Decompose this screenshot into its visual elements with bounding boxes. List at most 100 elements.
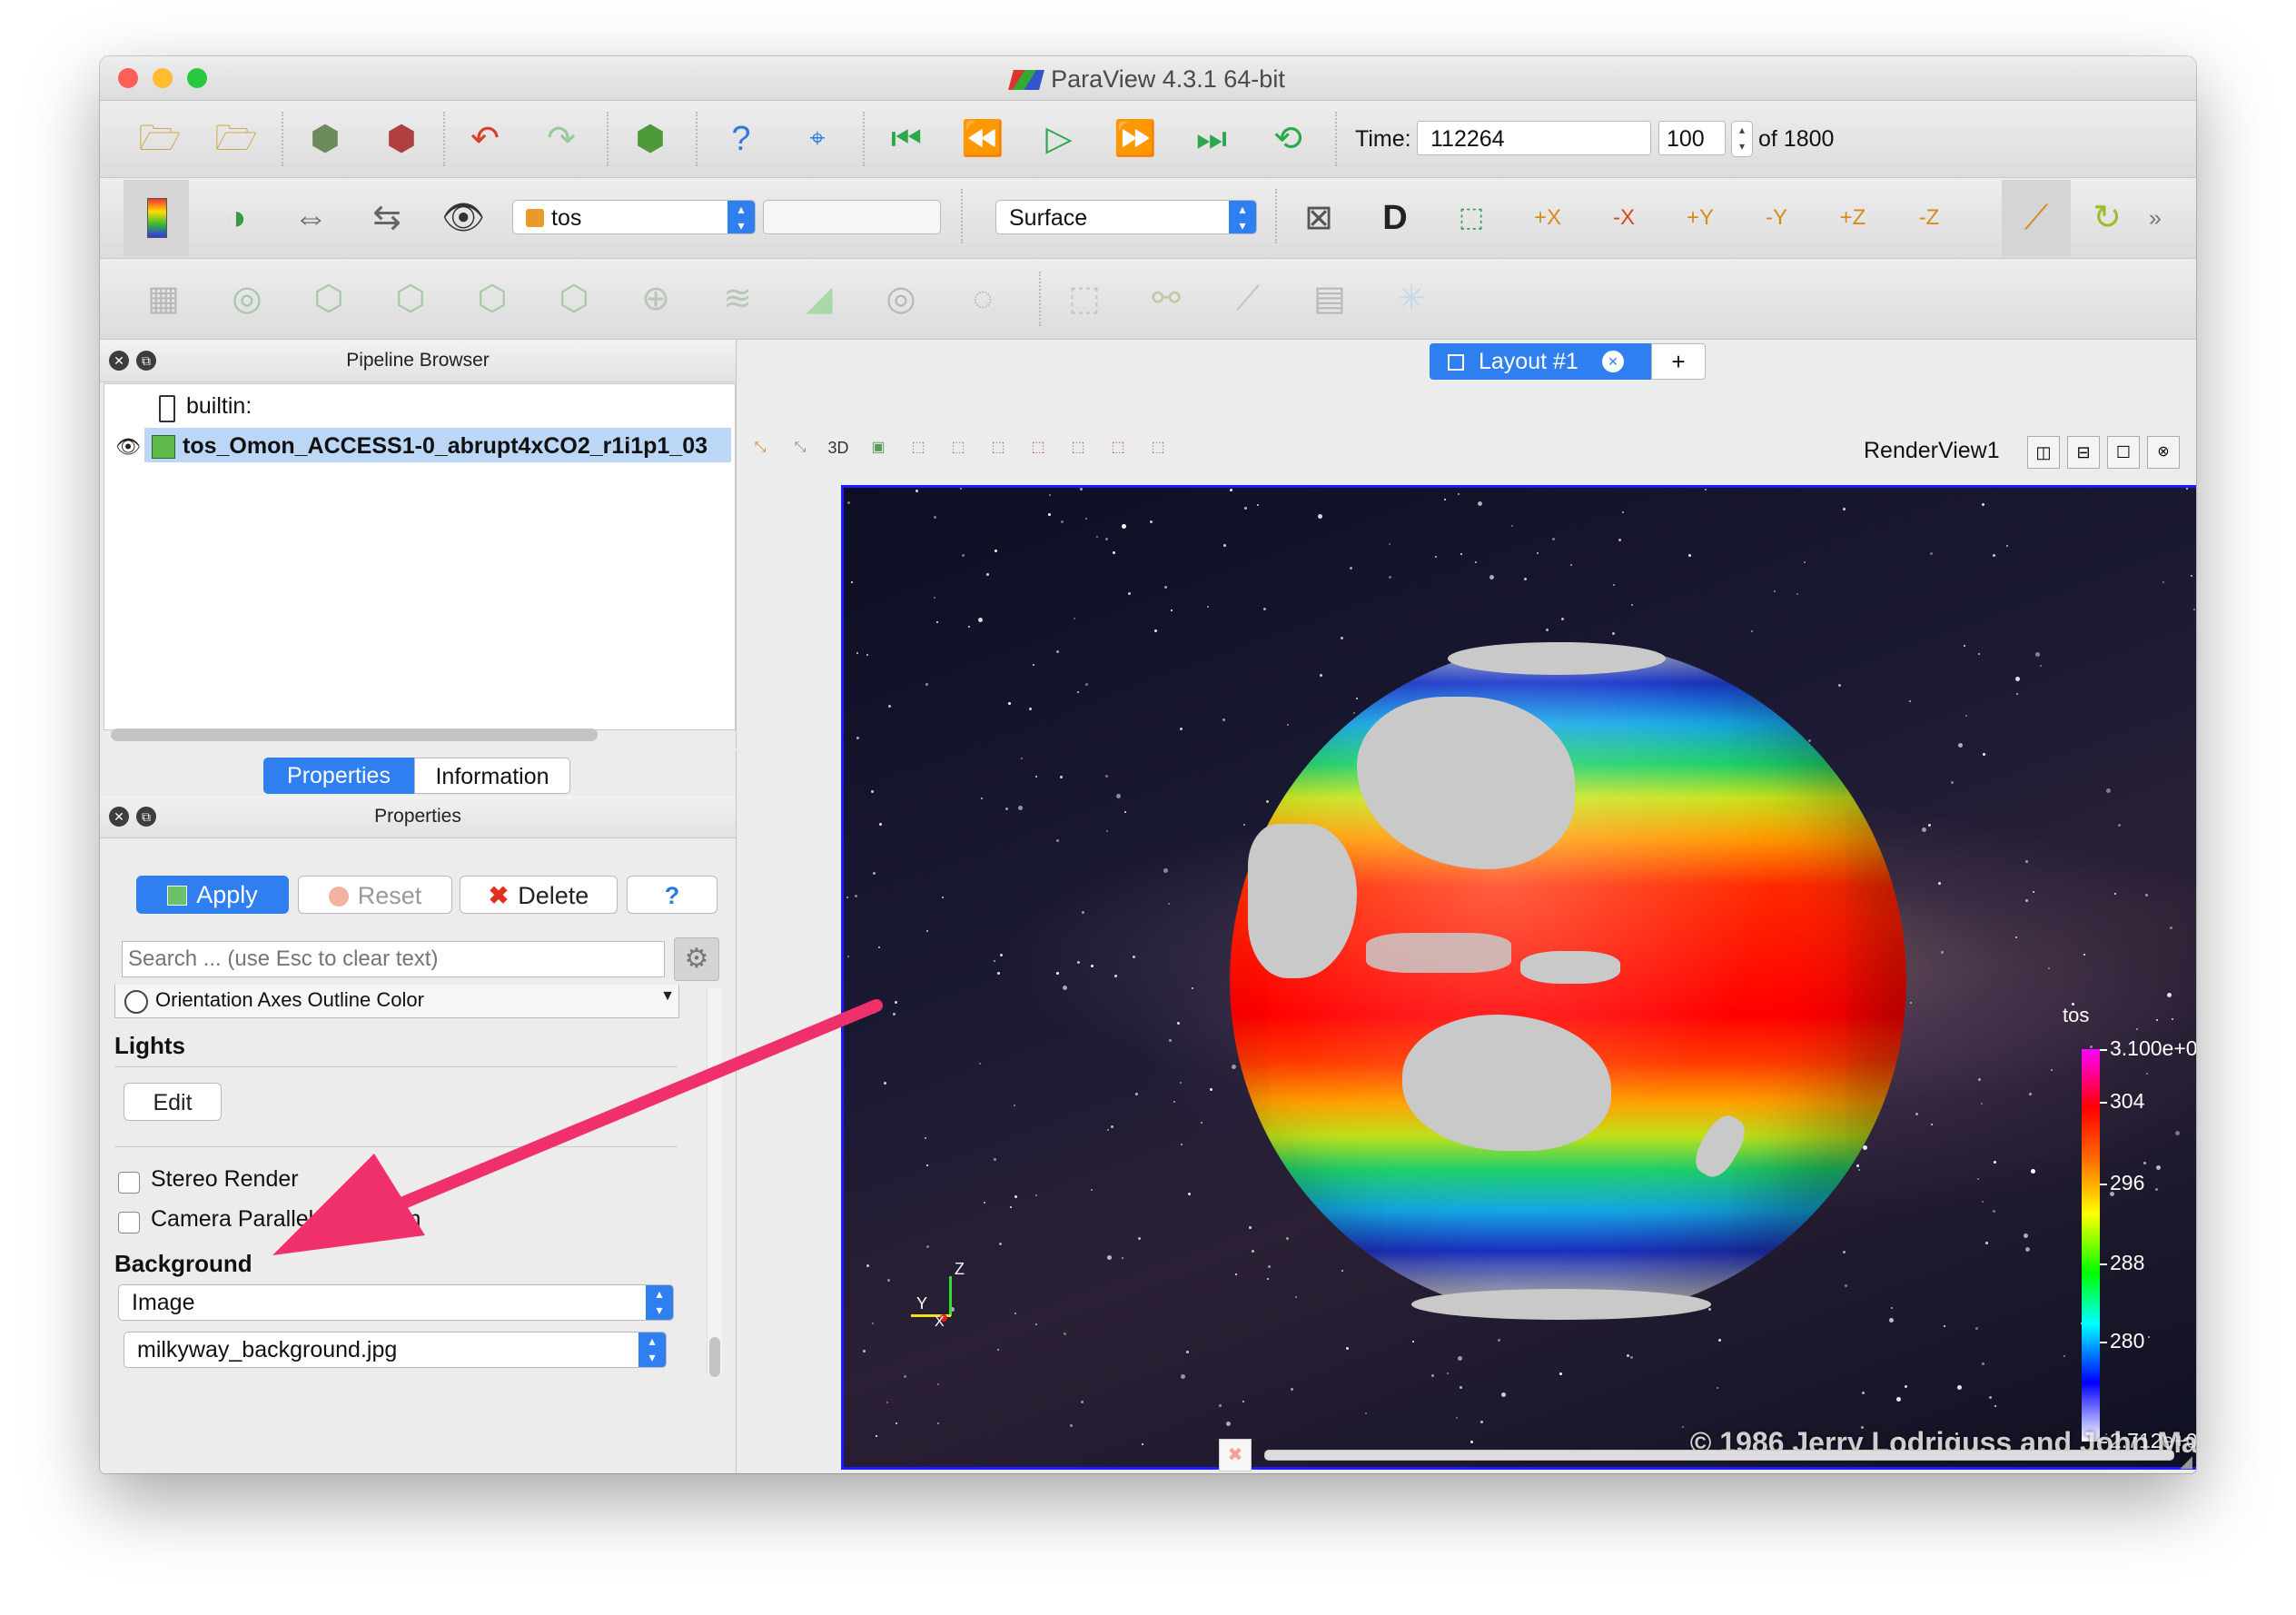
clip-icon[interactable]: ⬡ (305, 275, 352, 322)
float-panel-icon[interactable]: ⧉ (136, 807, 156, 827)
save-state-icon[interactable]: ⬢ (378, 115, 425, 163)
contour-icon[interactable]: ◎ (223, 275, 271, 322)
save-data-icon[interactable]: ⬢ (302, 115, 349, 163)
timestep-spin-icon[interactable]: ▴ ▾ (1731, 121, 1753, 157)
view-plus-z-icon[interactable]: +Z (1829, 194, 1876, 242)
warp-icon[interactable]: ◢ (796, 275, 843, 322)
extract-level-icon[interactable]: ◌ (959, 275, 1006, 322)
select-surface-cells-icon[interactable]: ⬚ (905, 434, 932, 461)
tab-layout-1[interactable]: Layout #1 ✕ (1430, 343, 1651, 380)
threshold-icon[interactable]: ⬡ (469, 275, 516, 322)
last-frame-icon[interactable]: ⏭ (1188, 115, 1235, 163)
reset-button[interactable]: Reset (298, 876, 452, 914)
pipeline-item-builtin[interactable]: builtin: (104, 388, 731, 424)
component-select[interactable] (763, 200, 941, 234)
select-cells-icon[interactable]: ⬚ (1061, 275, 1108, 322)
reset-camera-icon[interactable]: ⊠ (1295, 194, 1342, 242)
properties-vertical-scrollbar[interactable] (707, 988, 722, 1377)
connect-server-icon[interactable]: ⬢ (627, 115, 674, 163)
orientation-axes-outline-color-button[interactable]: Orientation Axes Outline Color ▼ (114, 985, 679, 1018)
extract-subset-icon[interactable]: ⬡ (550, 275, 598, 322)
time-input[interactable]: 112264 (1417, 121, 1651, 155)
plot-selection-icon[interactable]: ▤ (1306, 275, 1353, 322)
select-frustum-points-icon[interactable]: ⬚ (1024, 434, 1052, 461)
rescale-temporal-icon[interactable]: ⇆ (363, 194, 411, 242)
scrollbar-thumb[interactable] (709, 1337, 720, 1377)
group-datasets-icon[interactable]: ◎ (877, 275, 925, 322)
eye-visibility-icon[interactable]: 👁 (115, 435, 141, 459)
calculator-icon[interactable]: ▦ (140, 275, 187, 322)
add-layout-tab-button[interactable]: + (1651, 343, 1706, 380)
color-array-select[interactable]: tos ▴ ▾ (512, 200, 756, 234)
previous-frame-icon[interactable]: ⏪ (959, 115, 1006, 163)
split-horizontal-icon[interactable]: ◫ (2027, 436, 2060, 469)
overflow-chevron-icon[interactable]: » (2149, 205, 2162, 232)
resize-grip-icon[interactable]: ◢ (2180, 1452, 2192, 1471)
close-tab-icon[interactable]: ✕ (1602, 351, 1624, 372)
close-panel-icon[interactable]: ✕ (109, 807, 129, 827)
pipeline-item-source[interactable]: 👁 tos_Omon_ACCESS1-0_abrupt4xCO2_r1i1p1_… (104, 428, 731, 464)
lights-edit-button[interactable]: Edit (124, 1083, 222, 1121)
maximize-view-icon[interactable]: ☐ (2107, 436, 2140, 469)
pick-center-icon[interactable]: ⌖ (794, 115, 841, 163)
first-frame-icon[interactable]: ⏮ (883, 115, 930, 163)
delete-button[interactable]: ✖ Delete (460, 876, 618, 914)
stream-tracer-icon[interactable]: ≋ (714, 275, 761, 322)
probe-icon[interactable]: ✳ (1388, 275, 1435, 322)
tab-properties[interactable]: Properties (263, 758, 414, 794)
load-state-icon[interactable]: 🗁 (213, 115, 260, 163)
interaction-icon[interactable]: ⤡ (787, 434, 814, 461)
color-map-editor-button[interactable] (124, 180, 189, 256)
glyph-icon[interactable]: ⊕ (632, 275, 679, 322)
abort-icon[interactable]: ✖ (1219, 1439, 1252, 1471)
zoom-to-data-icon[interactable]: D (1371, 194, 1419, 242)
rotate-icon[interactable]: ↻ (2083, 194, 2131, 242)
render-view[interactable]: Z Y X tos 3.100e+023042962882802.712e+02… (841, 485, 2196, 1470)
view-minus-z-icon[interactable]: -Z (1905, 194, 1953, 242)
interaction-mode-button[interactable]: ⟋ (2002, 180, 2071, 256)
clear-selection-icon[interactable]: ⬚ (1144, 434, 1172, 461)
select-polygon-cells-icon[interactable]: ⬚ (1064, 434, 1092, 461)
loop-icon[interactable]: ⟲ (1264, 115, 1311, 163)
camera-undo-icon[interactable]: ▣ (865, 434, 892, 461)
select-surface-points-icon[interactable]: ⬚ (945, 434, 972, 461)
advanced-settings-gear-icon[interactable]: ⚙ (674, 937, 719, 981)
undo-icon[interactable]: ↶ (461, 115, 509, 163)
properties-help-button[interactable]: ? (627, 876, 718, 914)
tab-information[interactable]: Information (414, 758, 570, 794)
capture-screenshot-icon[interactable]: ⤡ (747, 434, 774, 461)
view-plus-x-icon[interactable]: +X (1524, 194, 1571, 242)
rescale-icon[interactable]: ◑ (213, 194, 260, 242)
rescale-visible-icon[interactable]: 👁 (440, 194, 487, 242)
background-image-select[interactable]: milkyway_background.jpg ▴ ▾ (124, 1332, 667, 1368)
select-frustum-cells-icon[interactable]: ⬚ (985, 434, 1012, 461)
properties-search-input[interactable] (122, 941, 665, 977)
next-frame-icon[interactable]: ⏩ (1112, 115, 1159, 163)
slice-icon[interactable]: ⬡ (387, 275, 434, 322)
close-view-icon[interactable]: ⊗ (2147, 436, 2180, 469)
zoom-to-box-icon[interactable]: ⬚ (1448, 194, 1495, 242)
view-plus-y-icon[interactable]: +Y (1677, 194, 1724, 242)
float-panel-icon[interactable]: ⧉ (136, 351, 156, 371)
redo-icon[interactable]: ↷ (538, 115, 585, 163)
toggle-3d-button[interactable]: 3D (825, 434, 852, 461)
select-polygon-points-icon[interactable]: ⬚ (1104, 434, 1132, 461)
close-panel-icon[interactable]: ✕ (109, 351, 129, 371)
view-minus-x-icon[interactable]: -X (1600, 194, 1648, 242)
view-minus-y-icon[interactable]: -Y (1753, 194, 1800, 242)
pipeline-horizontal-scrollbar[interactable] (111, 728, 598, 741)
split-vertical-icon[interactable]: ⊟ (2067, 436, 2100, 469)
help-icon[interactable]: ? (718, 115, 765, 163)
play-icon[interactable]: ▷ (1035, 115, 1083, 163)
stereo-render-checkbox[interactable] (118, 1172, 140, 1194)
open-folder-icon[interactable]: 🗁 (136, 115, 183, 163)
representation-select[interactable]: Surface ▴ ▾ (995, 200, 1257, 234)
apply-button[interactable]: Apply (136, 876, 289, 914)
dropdown-arrow-icon[interactable]: ▼ (660, 988, 675, 1005)
rescale-custom-icon[interactable]: ⇔ (287, 194, 334, 242)
plot-over-line-icon[interactable]: ⟋ (1224, 275, 1272, 322)
camera-parallel-projection-checkbox[interactable] (118, 1212, 140, 1234)
histogram-icon[interactable]: ⚯ (1143, 275, 1190, 322)
timestep-input[interactable]: 100 (1658, 121, 1726, 155)
background-type-select[interactable]: Image ▴ ▾ (118, 1284, 674, 1321)
